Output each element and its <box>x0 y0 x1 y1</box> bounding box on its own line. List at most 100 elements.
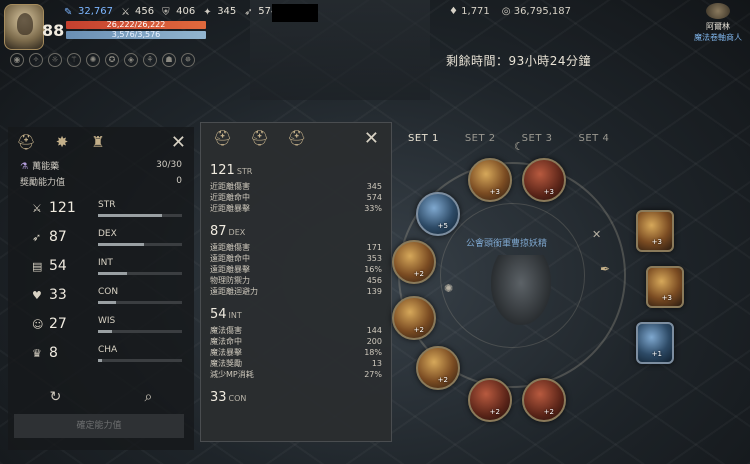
search-icon[interactable]: ⌕ <box>145 389 153 405</box>
confirm-stats-button[interactable]: 確定能力值 <box>14 414 184 438</box>
armor-icon[interactable]: ♜ <box>88 132 108 152</box>
bonus-row: 獎勵能力值 0 <box>8 173 194 189</box>
book-icon: ▤ <box>32 260 43 273</box>
stat-icon: ⛨ 406 <box>162 6 196 18</box>
character-portrait[interactable] <box>4 4 44 50</box>
tooltip-section-int: 54 INT 魔法傷害 144 魔法命中 200 魔法暴擊 18% 魔法獎勵 13 減少MP消耗 27… <box>201 307 391 380</box>
stat-label: WIS <box>98 316 116 326</box>
feather-icon: ✎ 32,767 <box>64 6 113 18</box>
bonus-label: 獎勵能力值 <box>20 177 66 188</box>
helmet-icon[interactable]: ⛑ <box>287 129 306 147</box>
helmet-icon[interactable]: ⛑ <box>16 132 36 152</box>
tooltip-row: 遠距離迴避力 139 <box>210 287 382 296</box>
stat-row-wis[interactable]: ☺ 27 WIS <box>8 311 194 340</box>
sun-icon: ✺ <box>444 282 454 295</box>
buff-icon[interactable]: ◉ <box>10 53 24 67</box>
equipment-slot[interactable]: +2 <box>468 378 512 422</box>
equipment-slot[interactable]: +3 <box>468 158 512 202</box>
swords-icon: ✕ <box>592 228 602 241</box>
helmet-icon[interactable]: ⛑ <box>213 129 232 147</box>
stat-label: INT <box>98 258 113 268</box>
section-title: 87 DEX <box>210 224 246 239</box>
crown-icon: ♛ <box>32 347 42 360</box>
stat-bar <box>98 243 182 246</box>
moon-icon: ☾ <box>514 140 524 153</box>
potion-value: 30/30 <box>156 160 182 170</box>
hp-bar: 26,222/26,222 <box>66 21 206 29</box>
stat-icon: ✦ 345 <box>203 6 237 18</box>
stat-value: 27 <box>49 316 67 332</box>
stat-value: 121 <box>49 200 76 216</box>
tooltip-row: 魔法命中 200 <box>210 337 382 346</box>
stat-bar-fill <box>98 243 145 246</box>
npc-avatar <box>706 3 730 19</box>
equipment-slot[interactable]: +2 <box>392 240 436 284</box>
star-icon[interactable]: ✸ <box>52 132 72 152</box>
tooltip-row: 遠距離暴擊 16% <box>210 265 382 274</box>
equipment-slot[interactable]: +5 <box>416 192 460 236</box>
tooltip-section-dex: 87 DEX 遠距離傷害 171 遠距離命中 353 遠距離暴擊 16% 物理防禦力 456 遠距離… <box>201 224 391 297</box>
tooltip-row: 物理防禦力 456 <box>210 276 382 285</box>
buff-bar: ◉ ✧ ☼ ⚚ ✺ ✪ ◈ ⚘ ☗ ✵ <box>10 53 195 67</box>
stat-bar-fill <box>98 272 127 275</box>
section-title: 33 CON <box>210 390 247 405</box>
accessory-slot[interactable]: +1 <box>636 322 674 364</box>
tab-set-2[interactable]: SET 2 <box>465 133 496 144</box>
buff-icon[interactable]: ✧ <box>29 53 43 67</box>
equipment-slot[interactable]: +2 <box>522 378 566 422</box>
head-icon: ☺ <box>32 318 44 331</box>
remaining-time: 剩餘時間：93小時24分鐘 <box>446 54 592 68</box>
set-tabs: SET 1 SET 2 SET 3 SET 4 <box>408 133 609 144</box>
section-title: 54 INT <box>210 307 242 322</box>
tooltip-row: 近距離傷害 345 <box>210 182 382 191</box>
stat-bar <box>98 272 182 275</box>
tooltip-section-str: 121 STR 近距離傷害 345 近距離命中 574 近距離暴擊 33% <box>201 163 391 214</box>
stat-bar <box>98 214 182 217</box>
tooltip-row: 遠距離傷害 171 <box>210 243 382 252</box>
feather-icon[interactable]: ✒ <box>600 262 610 276</box>
buff-icon[interactable]: ✵ <box>181 53 195 67</box>
buff-icon[interactable]: ⚘ <box>143 53 157 67</box>
accessory-slot[interactable]: +3 <box>646 266 684 308</box>
character-model <box>491 255 551 325</box>
tab-set-1[interactable]: SET 1 <box>408 133 439 144</box>
buff-icon[interactable]: ◈ <box>124 53 138 67</box>
equipment-slot[interactable]: +2 <box>392 296 436 340</box>
stat-label: DEX <box>98 229 117 239</box>
npc-target[interactable]: 阿爾林 魔法卷軸商人 <box>694 3 742 43</box>
stat-value: 8 <box>49 345 58 361</box>
tab-set-4[interactable]: SET 4 <box>578 133 609 144</box>
stat-row-cha[interactable]: ♛ 8 CHA <box>8 340 194 369</box>
accessory-slot[interactable]: +3 <box>636 210 674 252</box>
helmet-icon[interactable]: ⛑ <box>250 129 269 147</box>
stat-bar <box>98 301 182 304</box>
buff-icon[interactable]: ⚚ <box>67 53 81 67</box>
equipment-slot[interactable]: +3 <box>522 158 566 202</box>
sword-icon: ⚔ <box>32 202 42 215</box>
buff-icon[interactable]: ☼ <box>48 53 62 67</box>
coin-icon: ◎ 36,795,187 <box>501 6 571 17</box>
tooltip-row: 魔法傷害 144 <box>210 326 382 335</box>
stat-bar <box>98 330 182 333</box>
equipment-slot[interactable]: +2 <box>416 346 460 390</box>
potion-row: ⚗ 萬能藥 30/30 <box>8 157 194 173</box>
stat-list: ⚔ 121 STR ➶ 87 DEX ▤ 54 INT ♥ 33 CON ☺ 27 WIS ♛ 8 CHA <box>8 195 194 369</box>
buff-icon[interactable]: ☗ <box>162 53 176 67</box>
stat-row-con[interactable]: ♥ 33 CON <box>8 282 194 311</box>
npc-name: 阿爾林 <box>706 22 730 31</box>
tab-set-3[interactable]: SET 3 <box>522 133 553 144</box>
stats-tools: ↻ ⌕ <box>8 389 194 405</box>
stat-row-dex[interactable]: ➶ 87 DEX <box>8 224 194 253</box>
stat-bar-fill <box>98 330 113 333</box>
tooltip-row: 遠距離命中 353 <box>210 254 382 263</box>
stat-row-str[interactable]: ⚔ 121 STR <box>8 195 194 224</box>
bonus-value: 0 <box>176 176 182 186</box>
buff-icon[interactable]: ✺ <box>86 53 100 67</box>
close-icon[interactable]: ✕ <box>171 132 186 153</box>
stat-value: 33 <box>49 287 67 303</box>
buff-icon[interactable]: ✪ <box>105 53 119 67</box>
stat-row-int[interactable]: ▤ 54 INT <box>8 253 194 282</box>
stat-icon: ⚔ 456 <box>121 6 155 18</box>
reset-icon[interactable]: ↻ <box>50 389 62 405</box>
close-icon[interactable]: ✕ <box>364 128 379 149</box>
